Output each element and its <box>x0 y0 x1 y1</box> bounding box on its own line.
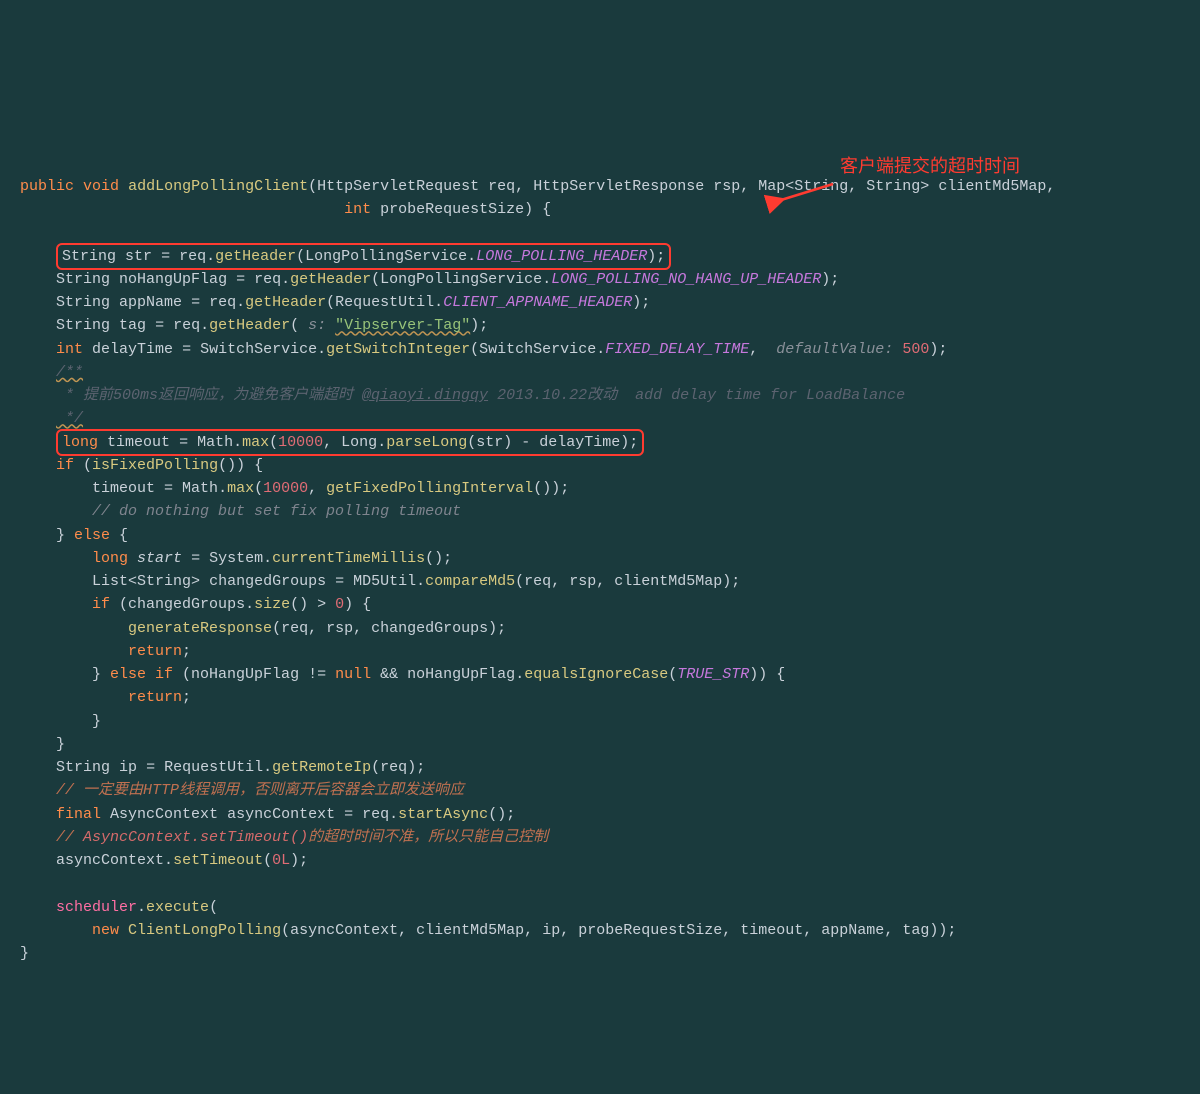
code-line: return; <box>20 689 191 706</box>
code-line: timeout = Math.max(10000, getFixedPollin… <box>20 480 569 497</box>
code-line: String tag = req.getHeader( s: "Vipserve… <box>20 317 488 334</box>
code-line: List<String> changedGroups = MD5Util.com… <box>20 573 740 590</box>
code-line: } else if (noHangUpFlag != null && noHan… <box>20 666 785 683</box>
highlight-box-1: String str = req.getHeader(LongPollingSe… <box>56 243 671 270</box>
code-line: } <box>20 713 101 730</box>
code-line: long timeout = Math.max(10000, Long.pars… <box>20 434 644 451</box>
code-line: int delayTime = SwitchService.getSwitchI… <box>20 341 947 358</box>
code-line: } <box>20 945 29 962</box>
code-line: int probeRequestSize) { <box>20 201 551 218</box>
code-line: if (isFixedPolling()) { <box>20 457 263 474</box>
code-line: String noHangUpFlag = req.getHeader(Long… <box>20 271 839 288</box>
code-line: String ip = RequestUtil.getRemoteIp(req)… <box>20 759 425 776</box>
code-line: final AsyncContext asyncContext = req.st… <box>20 806 515 823</box>
code-block: 客户端提交的超时时间 public void addLongPollingCli… <box>20 105 1180 965</box>
code-line: scheduler.execute( <box>20 899 218 916</box>
red-annotation: 客户端提交的超时时间 <box>840 153 1020 181</box>
code-line: * 提前500ms返回响应，为避免客户端超时 @qiaoyi.dingqy 20… <box>20 387 905 404</box>
code-line: // do nothing but set fix polling timeou… <box>20 503 461 520</box>
code-line: /** <box>20 364 83 381</box>
code-line: } else { <box>20 527 128 544</box>
code-line: // 一定要由HTTP线程调用，否则离开后容器会立即发送响应 <box>20 782 464 799</box>
highlight-box-2: long timeout = Math.max(10000, Long.pars… <box>56 429 644 456</box>
code-line: return; <box>20 643 191 660</box>
code-line: asyncContext.setTimeout(0L); <box>20 852 308 869</box>
code-line: new ClientLongPolling(asyncContext, clie… <box>20 922 956 939</box>
code-line: if (changedGroups.size() > 0) { <box>20 596 371 613</box>
code-line: String str = req.getHeader(LongPollingSe… <box>20 248 671 265</box>
code-line: } <box>20 736 65 753</box>
code-line: */ <box>20 410 83 427</box>
arrow-icon <box>775 155 835 181</box>
code-line: String appName = req.getHeader(RequestUt… <box>20 294 650 311</box>
code-line: generateResponse(req, rsp, changedGroups… <box>20 620 506 637</box>
code-line: long start = System.currentTimeMillis(); <box>20 550 452 567</box>
code-line: // AsyncContext.setTimeout()的超时时间不准，所以只能… <box>20 829 548 846</box>
